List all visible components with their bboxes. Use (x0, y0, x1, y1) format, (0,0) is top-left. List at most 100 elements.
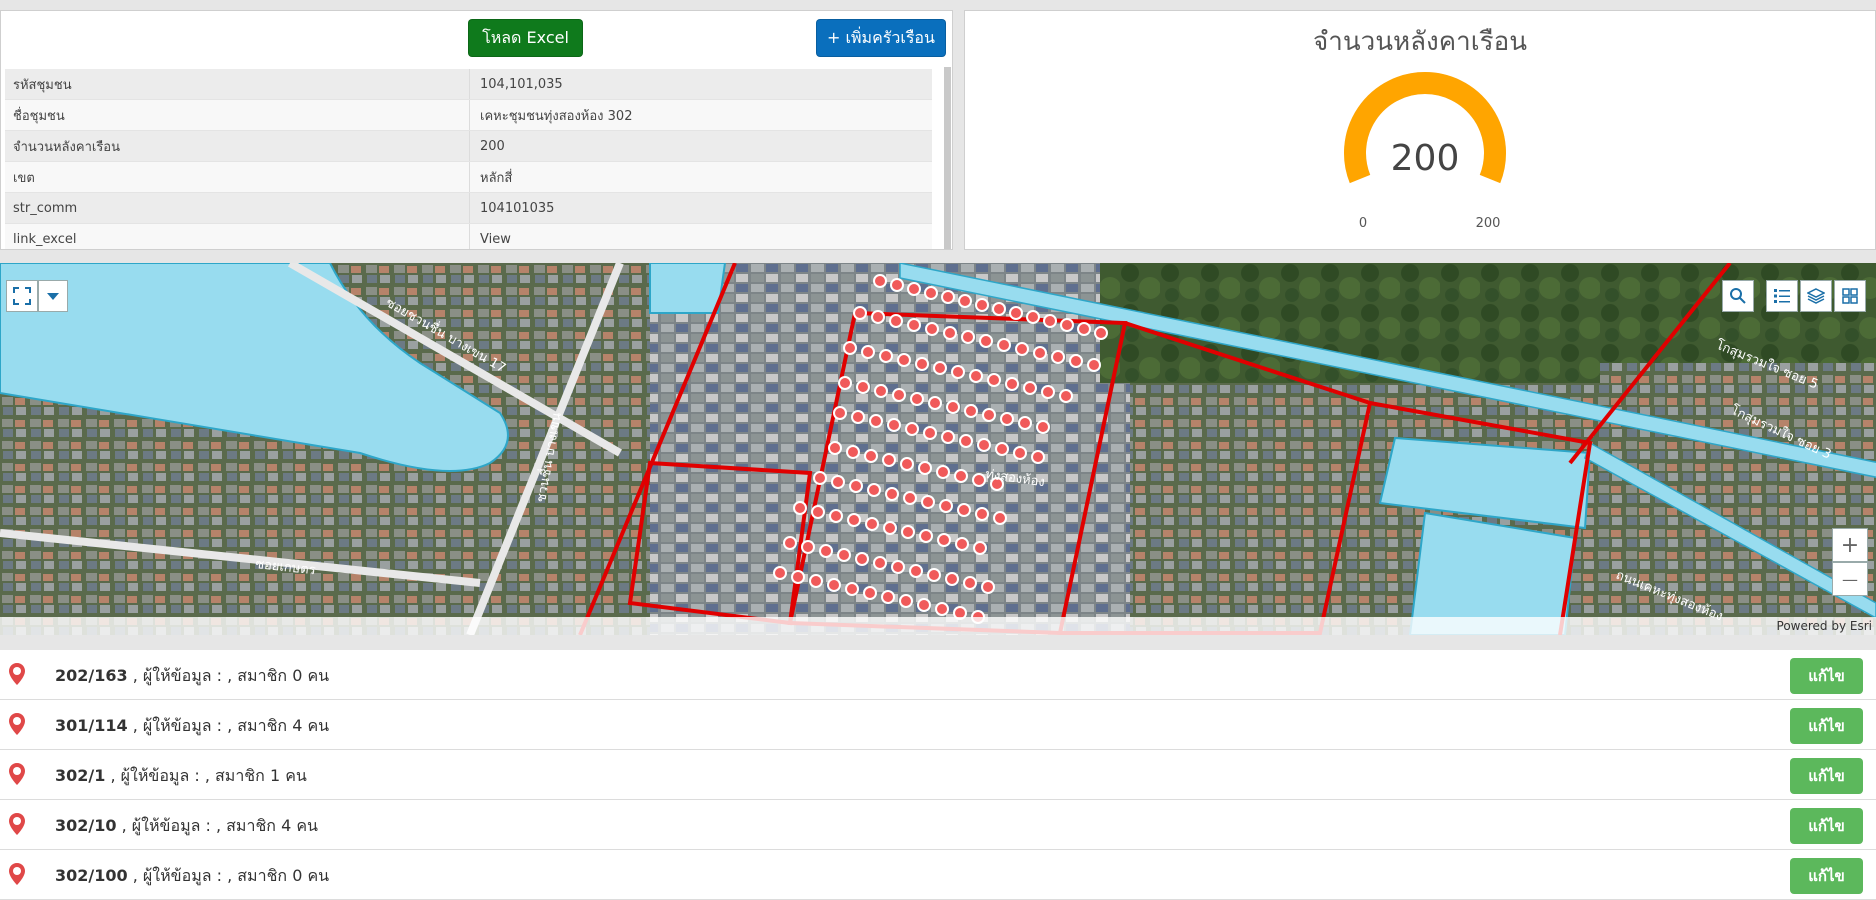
household-marker[interactable] (879, 349, 893, 363)
household-marker[interactable] (958, 294, 972, 308)
household-marker[interactable] (819, 544, 833, 558)
household-marker[interactable] (827, 578, 841, 592)
household-marker[interactable] (909, 564, 923, 578)
household-marker[interactable] (843, 341, 857, 355)
household-marker[interactable] (829, 509, 843, 523)
household-marker[interactable] (889, 314, 903, 328)
map-view[interactable]: ซอยชวนชื่น บางเขน 17 ชวนชื่น บางเขน ซอยเ… (0, 263, 1876, 635)
household-marker[interactable] (923, 426, 937, 440)
household-marker[interactable] (1041, 385, 1055, 399)
household-marker[interactable] (897, 353, 911, 367)
household-marker[interactable] (1013, 446, 1027, 460)
household-marker[interactable] (903, 491, 917, 505)
household-marker[interactable] (892, 388, 906, 402)
household-marker[interactable] (849, 479, 863, 493)
household-marker[interactable] (924, 286, 938, 300)
list-item[interactable]: 302/10 , ผู้ให้ข้อมูล : , สมาชิก 4 คน แก… (0, 800, 1876, 850)
household-marker[interactable] (883, 521, 897, 535)
household-marker[interactable] (997, 338, 1011, 352)
household-marker[interactable] (977, 438, 991, 452)
household-marker[interactable] (1087, 358, 1101, 372)
household-marker[interactable] (979, 334, 993, 348)
household-marker[interactable] (963, 576, 977, 590)
household-marker[interactable] (987, 373, 1001, 387)
household-marker[interactable] (1051, 350, 1065, 364)
list-item[interactable]: 301/114 , ผู้ให้ข้อมูล : , สมาชิก 4 คน แ… (0, 700, 1876, 750)
household-marker[interactable] (918, 461, 932, 475)
household-marker[interactable] (831, 475, 845, 489)
household-marker[interactable] (838, 376, 852, 390)
household-marker[interactable] (856, 380, 870, 394)
household-marker[interactable] (1069, 354, 1083, 368)
household-marker[interactable] (959, 434, 973, 448)
household-marker[interactable] (975, 298, 989, 312)
household-marker[interactable] (921, 495, 935, 509)
legend-button[interactable] (1766, 280, 1798, 312)
edit-button[interactable]: แก้ไข (1790, 858, 1863, 894)
household-marker[interactable] (919, 529, 933, 543)
household-marker[interactable] (890, 278, 904, 292)
household-marker[interactable] (809, 574, 823, 588)
layer-list-button[interactable] (1800, 280, 1832, 312)
household-marker[interactable] (933, 361, 947, 375)
household-marker[interactable] (865, 517, 879, 531)
household-marker[interactable] (871, 310, 885, 324)
household-marker[interactable] (1059, 389, 1073, 403)
household-marker[interactable] (791, 570, 805, 584)
household-marker[interactable] (801, 540, 815, 554)
household-marker[interactable] (928, 396, 942, 410)
household-marker[interactable] (1043, 314, 1057, 328)
household-marker[interactable] (917, 598, 931, 612)
household-marker[interactable] (874, 384, 888, 398)
household-marker[interactable] (937, 533, 951, 547)
household-marker[interactable] (941, 290, 955, 304)
household-marker[interactable] (899, 594, 913, 608)
household-marker[interactable] (853, 306, 867, 320)
zoom-out-button[interactable]: — (1832, 562, 1868, 596)
household-marker[interactable] (957, 503, 971, 517)
household-marker[interactable] (939, 499, 953, 513)
household-marker[interactable] (992, 302, 1006, 316)
household-marker[interactable] (1000, 412, 1014, 426)
household-marker[interactable] (773, 566, 787, 580)
household-marker[interactable] (955, 537, 969, 551)
household-marker[interactable] (981, 580, 995, 594)
household-marker[interactable] (954, 469, 968, 483)
household-marker[interactable] (846, 445, 860, 459)
household-marker[interactable] (969, 369, 983, 383)
household-marker[interactable] (993, 511, 1007, 525)
household-marker[interactable] (915, 357, 929, 371)
household-marker[interactable] (1077, 322, 1091, 336)
household-marker[interactable] (1060, 318, 1074, 332)
household-marker[interactable] (1094, 326, 1108, 340)
household-marker[interactable] (1015, 342, 1029, 356)
household-marker[interactable] (1009, 306, 1023, 320)
household-marker[interactable] (813, 471, 827, 485)
household-marker[interactable] (946, 400, 960, 414)
household-marker[interactable] (1036, 420, 1050, 434)
household-marker[interactable] (995, 442, 1009, 456)
household-marker[interactable] (885, 487, 899, 501)
household-marker[interactable] (1023, 381, 1037, 395)
household-marker[interactable] (887, 418, 901, 432)
household-marker[interactable] (869, 414, 883, 428)
household-marker[interactable] (936, 465, 950, 479)
household-marker[interactable] (907, 282, 921, 296)
list-item[interactable]: 202/163 , ผู้ให้ข้อมูล : , สมาชิก 0 คน แ… (0, 650, 1876, 700)
download-excel-button[interactable]: โหลด Excel (468, 19, 583, 57)
household-marker[interactable] (867, 483, 881, 497)
edit-button[interactable]: แก้ไข (1790, 758, 1863, 794)
select-dropdown-button[interactable] (38, 280, 68, 312)
household-marker[interactable] (972, 473, 986, 487)
household-marker[interactable] (864, 449, 878, 463)
edit-button[interactable]: แก้ไข (1790, 658, 1863, 694)
add-household-button[interactable]: + เพิ่มครัวเรือน (816, 19, 946, 57)
household-marker[interactable] (945, 572, 959, 586)
household-marker[interactable] (941, 430, 955, 444)
household-marker[interactable] (847, 513, 861, 527)
list-item[interactable]: 302/100 , ผู้ให้ข้อมูล : , สมาชิก 0 คน แ… (0, 850, 1876, 900)
household-marker[interactable] (828, 441, 842, 455)
household-marker[interactable] (927, 568, 941, 582)
household-marker[interactable] (855, 552, 869, 566)
household-marker[interactable] (873, 274, 887, 288)
